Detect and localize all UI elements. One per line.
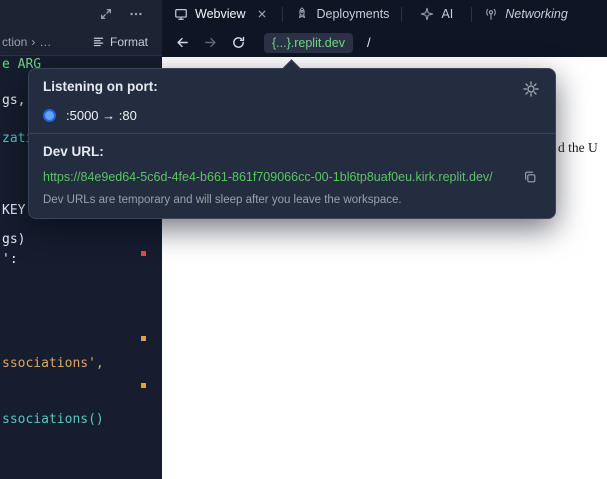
tab-webview[interactable]: Webview [162, 0, 282, 28]
dev-url-note: Dev URLs are temporary and will sleep af… [43, 194, 541, 206]
dev-url-link[interactable]: https://84e9ed64-5c6d-4fe4-b661-861f7090… [43, 170, 519, 184]
warning-marker [141, 383, 146, 388]
code-line-fragment: gs, [2, 93, 25, 108]
tab-networking-label: Networking [505, 7, 568, 21]
network-icon [484, 7, 498, 21]
url-host-pill[interactable]: {...}.replit.dev [264, 33, 353, 53]
copy-url-button[interactable] [519, 166, 541, 188]
tab-deployments[interactable]: Deployments [283, 0, 401, 28]
ellipsis-icon [129, 7, 143, 21]
editor-pane-toolbar [0, 0, 162, 28]
tab-bar: Webview Dep [162, 0, 607, 28]
replit-workspace: ction › … Format e ARG gs, zation KEY gs… [0, 0, 607, 479]
editor-breadcrumb-bar: ction › … Format [0, 28, 162, 56]
refresh-icon [231, 35, 246, 50]
code-line-fragment: gs) [2, 232, 25, 247]
error-marker [141, 251, 146, 256]
more-options-button[interactable] [126, 4, 146, 24]
close-tab-button[interactable] [254, 6, 270, 22]
tab-networking[interactable]: Networking [472, 0, 580, 28]
format-icon [92, 35, 105, 48]
sparkle-icon [420, 7, 434, 21]
code-line-fragment: ssociations() [2, 412, 104, 427]
back-arrow-icon [175, 35, 190, 50]
popup-divider [29, 133, 555, 134]
warning-marker [141, 336, 146, 341]
tab-ai-label: AI [441, 7, 453, 21]
breadcrumb[interactable]: ction › … [2, 35, 86, 49]
webview-text-fragment: d the U [558, 140, 598, 156]
url-path: / [367, 35, 371, 50]
tab-ai[interactable]: AI [402, 0, 471, 28]
refresh-button[interactable] [226, 32, 250, 54]
breadcrumb-separator: › [31, 35, 35, 49]
copy-icon [523, 170, 537, 184]
port-status-dot [43, 109, 56, 122]
port-settings-button[interactable] [521, 79, 541, 99]
code-line-fragment: ssociations', [2, 356, 104, 371]
expand-pane-button[interactable] [96, 4, 116, 24]
expand-icon [99, 7, 113, 21]
gear-icon [523, 81, 539, 97]
dev-url-label: Dev URL: [43, 144, 541, 159]
webview-address-bar: {...}.replit.dev / [162, 28, 607, 57]
close-icon [257, 9, 267, 19]
format-button[interactable]: Format [86, 32, 154, 52]
popup-title: Listening on port: [43, 79, 158, 94]
forward-button[interactable] [198, 32, 222, 54]
dev-url-popup: Listening on port: :5000 → :80 Dev URL: … [28, 68, 556, 219]
forward-arrow-icon [203, 35, 218, 50]
port-row[interactable]: :5000 → :80 [43, 108, 541, 123]
breadcrumb-segment[interactable]: ction [2, 35, 27, 49]
monitor-icon [174, 7, 188, 21]
tab-webview-label: Webview [195, 7, 245, 21]
port-mapping: :5000 → :80 [66, 108, 137, 123]
breadcrumb-collapsed-segment[interactable]: … [39, 35, 51, 49]
back-button[interactable] [170, 32, 194, 54]
rocket-icon [295, 7, 309, 21]
code-line-fragment: ': [2, 252, 18, 267]
format-button-label: Format [110, 35, 148, 49]
code-line-fragment: KEY [2, 203, 25, 218]
tab-deployments-label: Deployments [316, 7, 389, 21]
